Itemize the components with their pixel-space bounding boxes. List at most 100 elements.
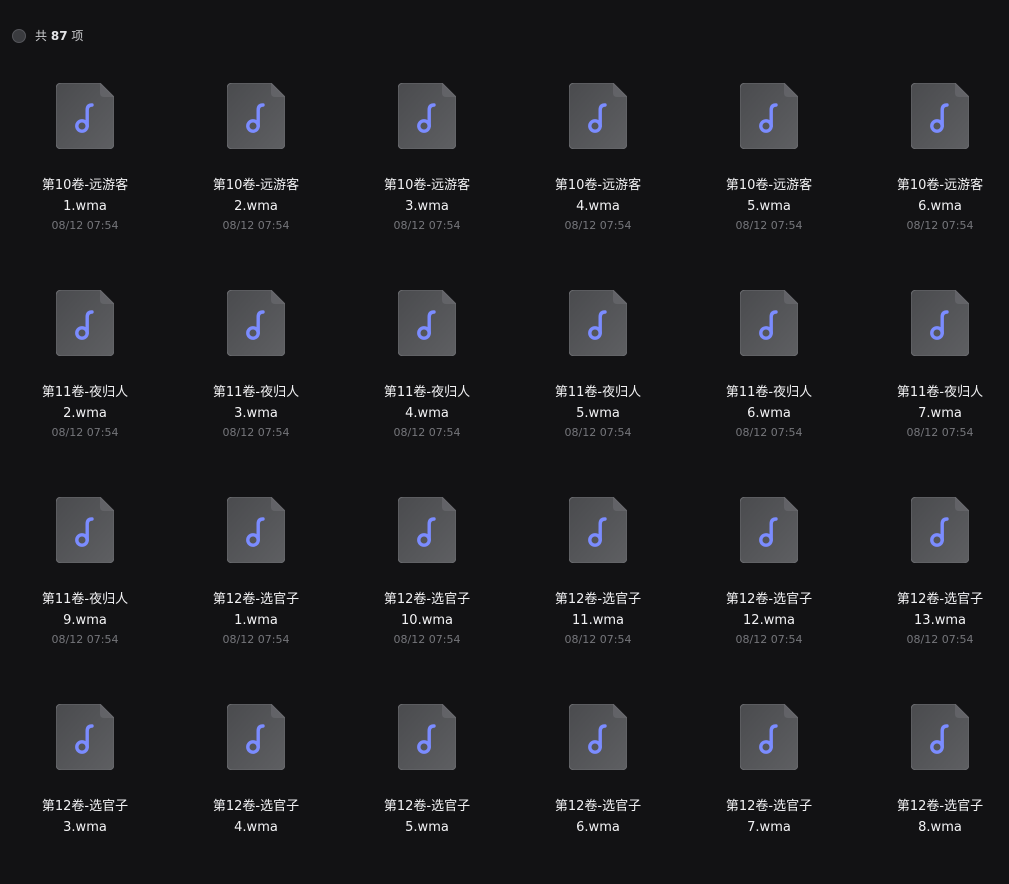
file-modified-date: 08/12 07:54	[906, 633, 974, 646]
file-name-line2: 5.wma	[576, 406, 620, 421]
file-name-line2: 2.wma	[63, 406, 107, 421]
file-name-line1: 第12卷-选官子	[212, 592, 300, 607]
music-file-icon	[740, 83, 798, 149]
file-modified-date: 08/12 07:54	[222, 426, 290, 439]
file-modified-date: 08/12 07:54	[393, 426, 461, 439]
music-file-icon	[398, 497, 456, 563]
file-name-line2: 6.wma	[747, 406, 791, 421]
file-modified-date: 08/12 07:54	[51, 219, 119, 232]
file-name-line2: 9.wma	[63, 613, 107, 628]
file-modified-date: 08/12 07:54	[51, 633, 119, 646]
file-name-line2: 10.wma	[401, 613, 453, 628]
file-name-line2: 3.wma	[63, 820, 107, 835]
file-item[interactable]: 第10卷-远游客 2.wma 08/12 07:54	[181, 83, 331, 263]
file-name: 第12卷-选官子 11.wma	[523, 589, 673, 631]
file-item[interactable]: 第12卷-选官子 11.wma 08/12 07:54	[523, 497, 673, 677]
file-modified-date: 08/12 07:54	[564, 219, 632, 232]
file-name: 第11卷-夜归人 2.wma	[10, 382, 160, 424]
file-modified-date: 08/12 07:54	[393, 633, 461, 646]
music-file-icon	[227, 290, 285, 356]
file-item[interactable]: 第12卷-选官子 5.wma	[352, 704, 502, 884]
music-file-icon	[911, 497, 969, 563]
file-item[interactable]: 第11卷-夜归人 3.wma 08/12 07:54	[181, 290, 331, 470]
file-name-line2: 3.wma	[234, 406, 278, 421]
file-item[interactable]: 第10卷-远游客 3.wma 08/12 07:54	[352, 83, 502, 263]
file-name-line1: 第12卷-选官子	[896, 799, 984, 814]
file-item[interactable]: 第11卷-夜归人 4.wma 08/12 07:54	[352, 290, 502, 470]
file-item[interactable]: 第12卷-选官子 12.wma 08/12 07:54	[694, 497, 844, 677]
file-name-line1: 第10卷-远游客	[554, 178, 642, 193]
file-item[interactable]: 第11卷-夜归人 9.wma 08/12 07:54	[10, 497, 160, 677]
file-item[interactable]: 第10卷-远游客 1.wma 08/12 07:54	[10, 83, 160, 263]
file-name-line1: 第10卷-远游客	[41, 178, 129, 193]
file-item[interactable]: 第12卷-选官子 3.wma	[10, 704, 160, 884]
file-item[interactable]: 第12卷-选官子 6.wma	[523, 704, 673, 884]
file-name: 第10卷-远游客 1.wma	[10, 175, 160, 217]
file-item[interactable]: 第12卷-选官子 13.wma 08/12 07:54	[865, 497, 1009, 677]
file-name-line2: 12.wma	[743, 613, 795, 628]
file-item[interactable]: 第12卷-选官子 7.wma	[694, 704, 844, 884]
file-modified-date: 08/12 07:54	[51, 426, 119, 439]
music-file-icon	[227, 704, 285, 770]
music-file-icon	[911, 83, 969, 149]
file-name-line1: 第11卷-夜归人	[896, 385, 984, 400]
file-name-line1: 第10卷-远游客	[383, 178, 471, 193]
file-name: 第10卷-远游客 4.wma	[523, 175, 673, 217]
file-name-line1: 第11卷-夜归人	[554, 385, 642, 400]
music-file-icon	[56, 83, 114, 149]
music-file-icon	[569, 497, 627, 563]
file-name-line2: 2.wma	[234, 199, 278, 214]
music-file-icon	[740, 290, 798, 356]
file-modified-date: 08/12 07:54	[564, 426, 632, 439]
file-modified-date: 08/12 07:54	[906, 426, 974, 439]
music-file-icon	[227, 83, 285, 149]
file-item[interactable]: 第12卷-选官子 4.wma	[181, 704, 331, 884]
file-name-line1: 第12卷-选官子	[725, 592, 813, 607]
file-name-line1: 第10卷-远游客	[212, 178, 300, 193]
file-name: 第12卷-选官子 6.wma	[523, 796, 673, 838]
file-modified-date: 08/12 07:54	[222, 633, 290, 646]
file-name: 第12卷-选官子 13.wma	[865, 589, 1009, 631]
file-name-line2: 6.wma	[576, 820, 620, 835]
music-file-icon	[398, 83, 456, 149]
file-name: 第10卷-远游客 2.wma	[181, 175, 331, 217]
file-modified-date: 08/12 07:54	[906, 219, 974, 232]
file-name-line1: 第11卷-夜归人	[41, 592, 129, 607]
file-name-line2: 5.wma	[405, 820, 449, 835]
file-name: 第11卷-夜归人 5.wma	[523, 382, 673, 424]
file-name: 第12卷-选官子 10.wma	[352, 589, 502, 631]
music-file-icon	[56, 704, 114, 770]
file-name: 第10卷-远游客 3.wma	[352, 175, 502, 217]
file-item[interactable]: 第12卷-选官子 8.wma	[865, 704, 1009, 884]
file-name-line2: 4.wma	[234, 820, 278, 835]
file-name: 第11卷-夜归人 4.wma	[352, 382, 502, 424]
file-item[interactable]: 第11卷-夜归人 2.wma 08/12 07:54	[10, 290, 160, 470]
file-name-line2: 6.wma	[918, 199, 962, 214]
file-item[interactable]: 第12卷-选官子 10.wma 08/12 07:54	[352, 497, 502, 677]
file-item[interactable]: 第11卷-夜归人 5.wma 08/12 07:54	[523, 290, 673, 470]
file-name-line1: 第12卷-选官子	[383, 592, 471, 607]
file-name-line2: 7.wma	[747, 820, 791, 835]
file-name: 第11卷-夜归人 6.wma	[694, 382, 844, 424]
music-file-icon	[56, 290, 114, 356]
music-file-icon	[911, 290, 969, 356]
file-name-line1: 第11卷-夜归人	[383, 385, 471, 400]
file-item[interactable]: 第11卷-夜归人 7.wma 08/12 07:54	[865, 290, 1009, 470]
file-item[interactable]: 第10卷-远游客 5.wma 08/12 07:54	[694, 83, 844, 263]
file-item[interactable]: 第10卷-远游客 4.wma 08/12 07:54	[523, 83, 673, 263]
file-item[interactable]: 第12卷-选官子 1.wma 08/12 07:54	[181, 497, 331, 677]
file-name-line2: 5.wma	[747, 199, 791, 214]
file-name-line2: 4.wma	[405, 406, 449, 421]
file-name: 第12卷-选官子 1.wma	[181, 589, 331, 631]
music-file-icon	[740, 497, 798, 563]
file-item[interactable]: 第10卷-远游客 6.wma 08/12 07:54	[865, 83, 1009, 263]
file-name: 第12卷-选官子 8.wma	[865, 796, 1009, 838]
file-name: 第10卷-远游客 6.wma	[865, 175, 1009, 217]
file-item[interactable]: 第11卷-夜归人 6.wma 08/12 07:54	[694, 290, 844, 470]
file-name-line1: 第10卷-远游客	[725, 178, 813, 193]
file-modified-date: 08/12 07:54	[222, 219, 290, 232]
music-file-icon	[398, 704, 456, 770]
file-name-line1: 第12卷-选官子	[725, 799, 813, 814]
music-file-icon	[569, 704, 627, 770]
music-file-icon	[227, 497, 285, 563]
